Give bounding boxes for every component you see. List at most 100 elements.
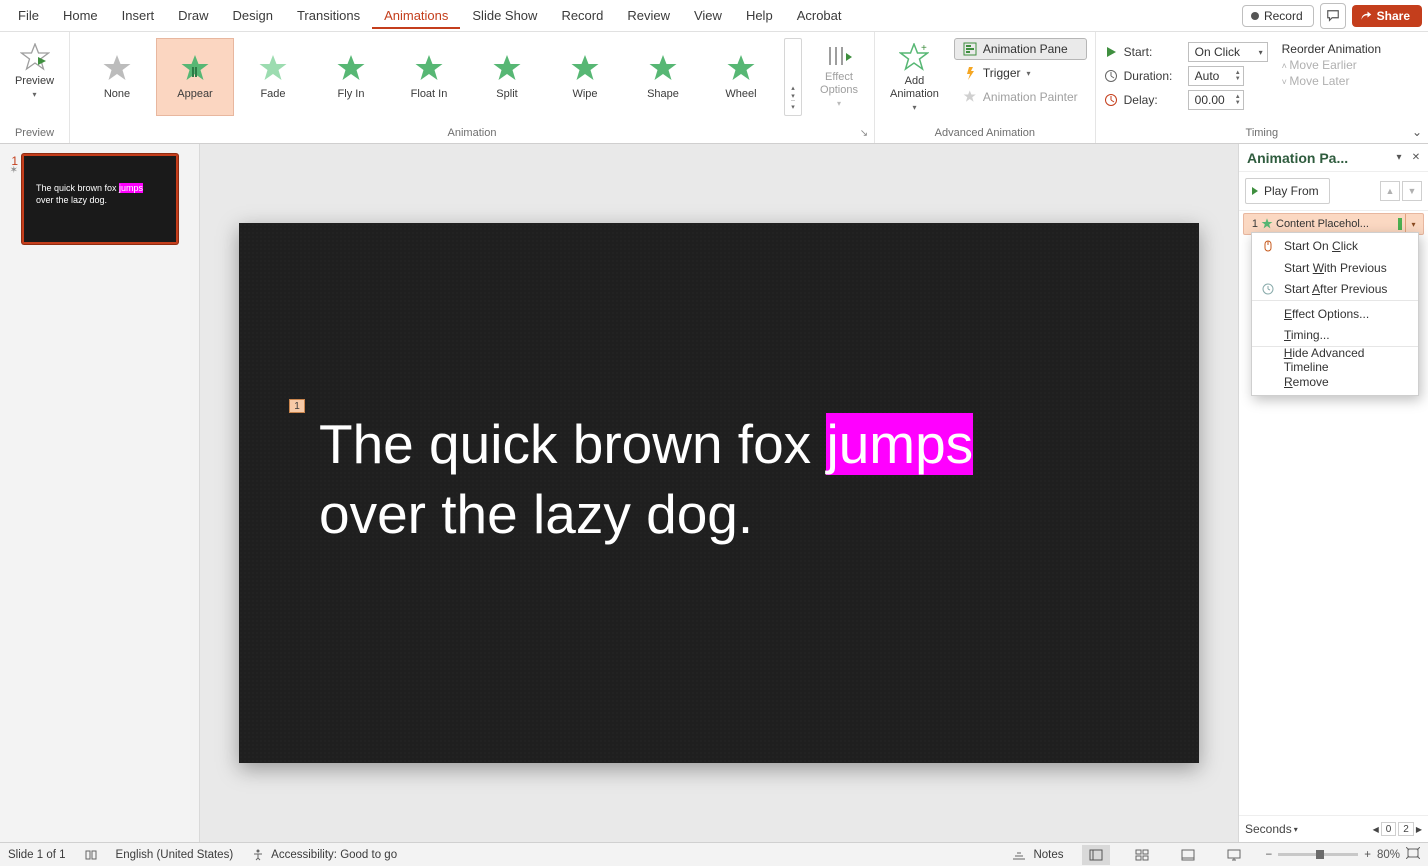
move-later-button[interactable]: ˅ Move Later bbox=[1282, 74, 1381, 88]
start-label: Start: bbox=[1124, 45, 1182, 59]
comments-button[interactable] bbox=[1320, 3, 1346, 29]
gallery-none[interactable]: None bbox=[78, 38, 156, 116]
effect-options-button[interactable]: Effect Options ▾ bbox=[812, 38, 866, 113]
move-later-label: Move Later bbox=[1289, 74, 1349, 88]
status-accessibility[interactable]: Accessibility: Good to go bbox=[251, 848, 397, 862]
seconds-dropdown[interactable]: Seconds ▾ bbox=[1245, 822, 1298, 836]
trigger-button[interactable]: Trigger ▾ bbox=[954, 62, 1087, 84]
menubar: File Home Insert Draw Design Transitions… bbox=[0, 0, 1428, 32]
menu-insert[interactable]: Insert bbox=[110, 2, 167, 29]
ctx-effect-options[interactable]: Effect Options... bbox=[1252, 303, 1418, 325]
slide-text-line2: over the lazy dog. bbox=[319, 483, 753, 545]
slide-canvas-area[interactable]: 1 The quick brown fox jumps over the laz… bbox=[200, 144, 1238, 842]
zoom-slider-thumb[interactable] bbox=[1316, 850, 1324, 859]
menu-draw[interactable]: Draw bbox=[166, 2, 220, 29]
gallery-shape[interactable]: Shape bbox=[624, 38, 702, 116]
animation-item-index: 1 bbox=[1248, 218, 1258, 230]
book-icon bbox=[84, 848, 98, 862]
gallery-floatin[interactable]: Float In bbox=[390, 38, 468, 116]
svg-text:+: + bbox=[921, 43, 927, 54]
animation-painter-label: Animation Painter bbox=[983, 90, 1078, 104]
fit-to-window-button[interactable] bbox=[1406, 847, 1420, 862]
menu-view[interactable]: View bbox=[682, 2, 734, 29]
group-timing-label: Timing bbox=[1104, 127, 1420, 141]
menu-record[interactable]: Record bbox=[549, 2, 615, 29]
gallery-flyin[interactable]: Fly In bbox=[312, 38, 390, 116]
ctx-start-with-previous[interactable]: Start With Previous bbox=[1252, 257, 1418, 279]
record-button[interactable]: Record bbox=[1242, 5, 1314, 27]
menu-design[interactable]: Design bbox=[221, 2, 285, 29]
duration-icon bbox=[1104, 69, 1118, 83]
pane-close-button[interactable]: ✕ bbox=[1408, 150, 1424, 166]
gallery-shape-label: Shape bbox=[647, 88, 679, 100]
status-slide[interactable]: Slide 1 of 1 bbox=[8, 849, 66, 861]
ctx-effect-options-label: Effect Options... bbox=[1284, 307, 1369, 321]
zoom-in-button[interactable]: + bbox=[1364, 849, 1371, 861]
menu-help[interactable]: Help bbox=[734, 2, 785, 29]
notes-toggle[interactable]: Notes bbox=[1011, 848, 1063, 862]
menu-review[interactable]: Review bbox=[615, 2, 682, 29]
view-slideshow-button[interactable] bbox=[1220, 845, 1248, 865]
view-reading-button[interactable] bbox=[1174, 845, 1202, 865]
animation-pane-label: Animation Pane bbox=[983, 42, 1068, 56]
gallery-split[interactable]: Split bbox=[468, 38, 546, 116]
animation-pane-toggle[interactable]: Animation Pane bbox=[954, 38, 1087, 60]
menu-slideshow[interactable]: Slide Show bbox=[460, 2, 549, 29]
start-combo[interactable]: On Click ▾ bbox=[1188, 42, 1268, 62]
menu-home[interactable]: Home bbox=[51, 2, 110, 29]
thumbnail-panel: 1 ✶ The quick brown fox jumps over the l… bbox=[0, 144, 200, 842]
ctx-start-after-previous[interactable]: Start After Previous bbox=[1252, 279, 1418, 301]
ctx-start-on-click[interactable]: Start On Click bbox=[1252, 235, 1418, 257]
ctx-timing[interactable]: Timing... bbox=[1252, 325, 1418, 347]
gallery-fade[interactable]: Fade bbox=[234, 38, 312, 116]
appear-effect-icon bbox=[1261, 218, 1273, 230]
status-spellcheck[interactable] bbox=[84, 848, 98, 862]
animation-item-context-menu: Start On Click Start With Previous Start… bbox=[1251, 232, 1419, 396]
group-preview-label: Preview bbox=[8, 127, 61, 141]
animation-order-badge[interactable]: 1 bbox=[289, 399, 305, 413]
add-animation-button[interactable]: + Add Animation ▾ bbox=[883, 38, 946, 117]
status-language[interactable]: English (United States) bbox=[116, 849, 234, 861]
view-sorter-button[interactable] bbox=[1128, 845, 1156, 865]
ctx-hide-advanced-timeline[interactable]: Hide Advanced Timeline bbox=[1252, 349, 1418, 371]
menu-transitions[interactable]: Transitions bbox=[285, 2, 372, 29]
duration-spinner[interactable]: Auto ▲▼ bbox=[1188, 66, 1244, 86]
gallery-wheel[interactable]: Wheel bbox=[702, 38, 780, 116]
animation-painter-button[interactable]: Animation Painter bbox=[954, 86, 1087, 108]
animation-dialog-launcher[interactable]: ↘ bbox=[858, 128, 870, 140]
thumbnail-text-1a: The quick brown fox bbox=[36, 183, 119, 193]
animation-painter-icon bbox=[963, 90, 977, 104]
thumbnail-1[interactable]: The quick brown fox jumps over the lazy … bbox=[22, 154, 178, 244]
preview-button[interactable]: Preview ▾ bbox=[8, 38, 62, 104]
menu-file[interactable]: File bbox=[6, 2, 51, 29]
zoom-out-button[interactable]: − bbox=[1266, 849, 1273, 861]
slide[interactable]: 1 The quick brown fox jumps over the laz… bbox=[239, 223, 1199, 763]
slide-text-box[interactable]: The quick brown fox jumps over the lazy … bbox=[319, 409, 1139, 549]
view-normal-button[interactable] bbox=[1082, 845, 1110, 865]
duration-value: Auto bbox=[1195, 69, 1220, 83]
zoom-slider[interactable] bbox=[1278, 853, 1358, 856]
share-button[interactable]: Share bbox=[1352, 5, 1422, 27]
zoom-value[interactable]: 80% bbox=[1377, 849, 1400, 861]
gallery-appear[interactable]: Appear bbox=[156, 38, 234, 116]
delay-label: Delay: bbox=[1124, 93, 1182, 107]
menu-acrobat[interactable]: Acrobat bbox=[785, 2, 854, 29]
scale-left-button[interactable]: ◀ bbox=[1373, 825, 1379, 834]
delay-spinner[interactable]: 00.00 ▲▼ bbox=[1188, 90, 1244, 110]
ctx-remove[interactable]: Remove bbox=[1252, 371, 1418, 393]
gallery-more-button[interactable]: ▴ ▾ ▾ bbox=[784, 38, 802, 116]
reorder-down-button[interactable]: ▼ bbox=[1402, 181, 1422, 201]
gallery-wipe[interactable]: Wipe bbox=[546, 38, 624, 116]
reorder-up-button[interactable]: ▲ bbox=[1380, 181, 1400, 201]
scale-right-button[interactable]: ▶ bbox=[1416, 825, 1422, 834]
move-earlier-button[interactable]: ˄ Move Earlier bbox=[1282, 58, 1381, 72]
duration-label: Duration: bbox=[1124, 69, 1182, 83]
animation-item-dropdown[interactable]: ▾ bbox=[1405, 214, 1421, 234]
ribbon-collapse-button[interactable]: ⌄ bbox=[1412, 125, 1422, 139]
menu-animations[interactable]: Animations bbox=[372, 2, 460, 29]
start-value: On Click bbox=[1195, 45, 1240, 59]
play-from-button[interactable]: Play From bbox=[1245, 178, 1330, 204]
animation-item-timebar bbox=[1398, 218, 1402, 230]
thumbnail-text-2: over the lazy dog. bbox=[36, 195, 107, 205]
pane-options-button[interactable]: ▾ bbox=[1391, 150, 1407, 166]
